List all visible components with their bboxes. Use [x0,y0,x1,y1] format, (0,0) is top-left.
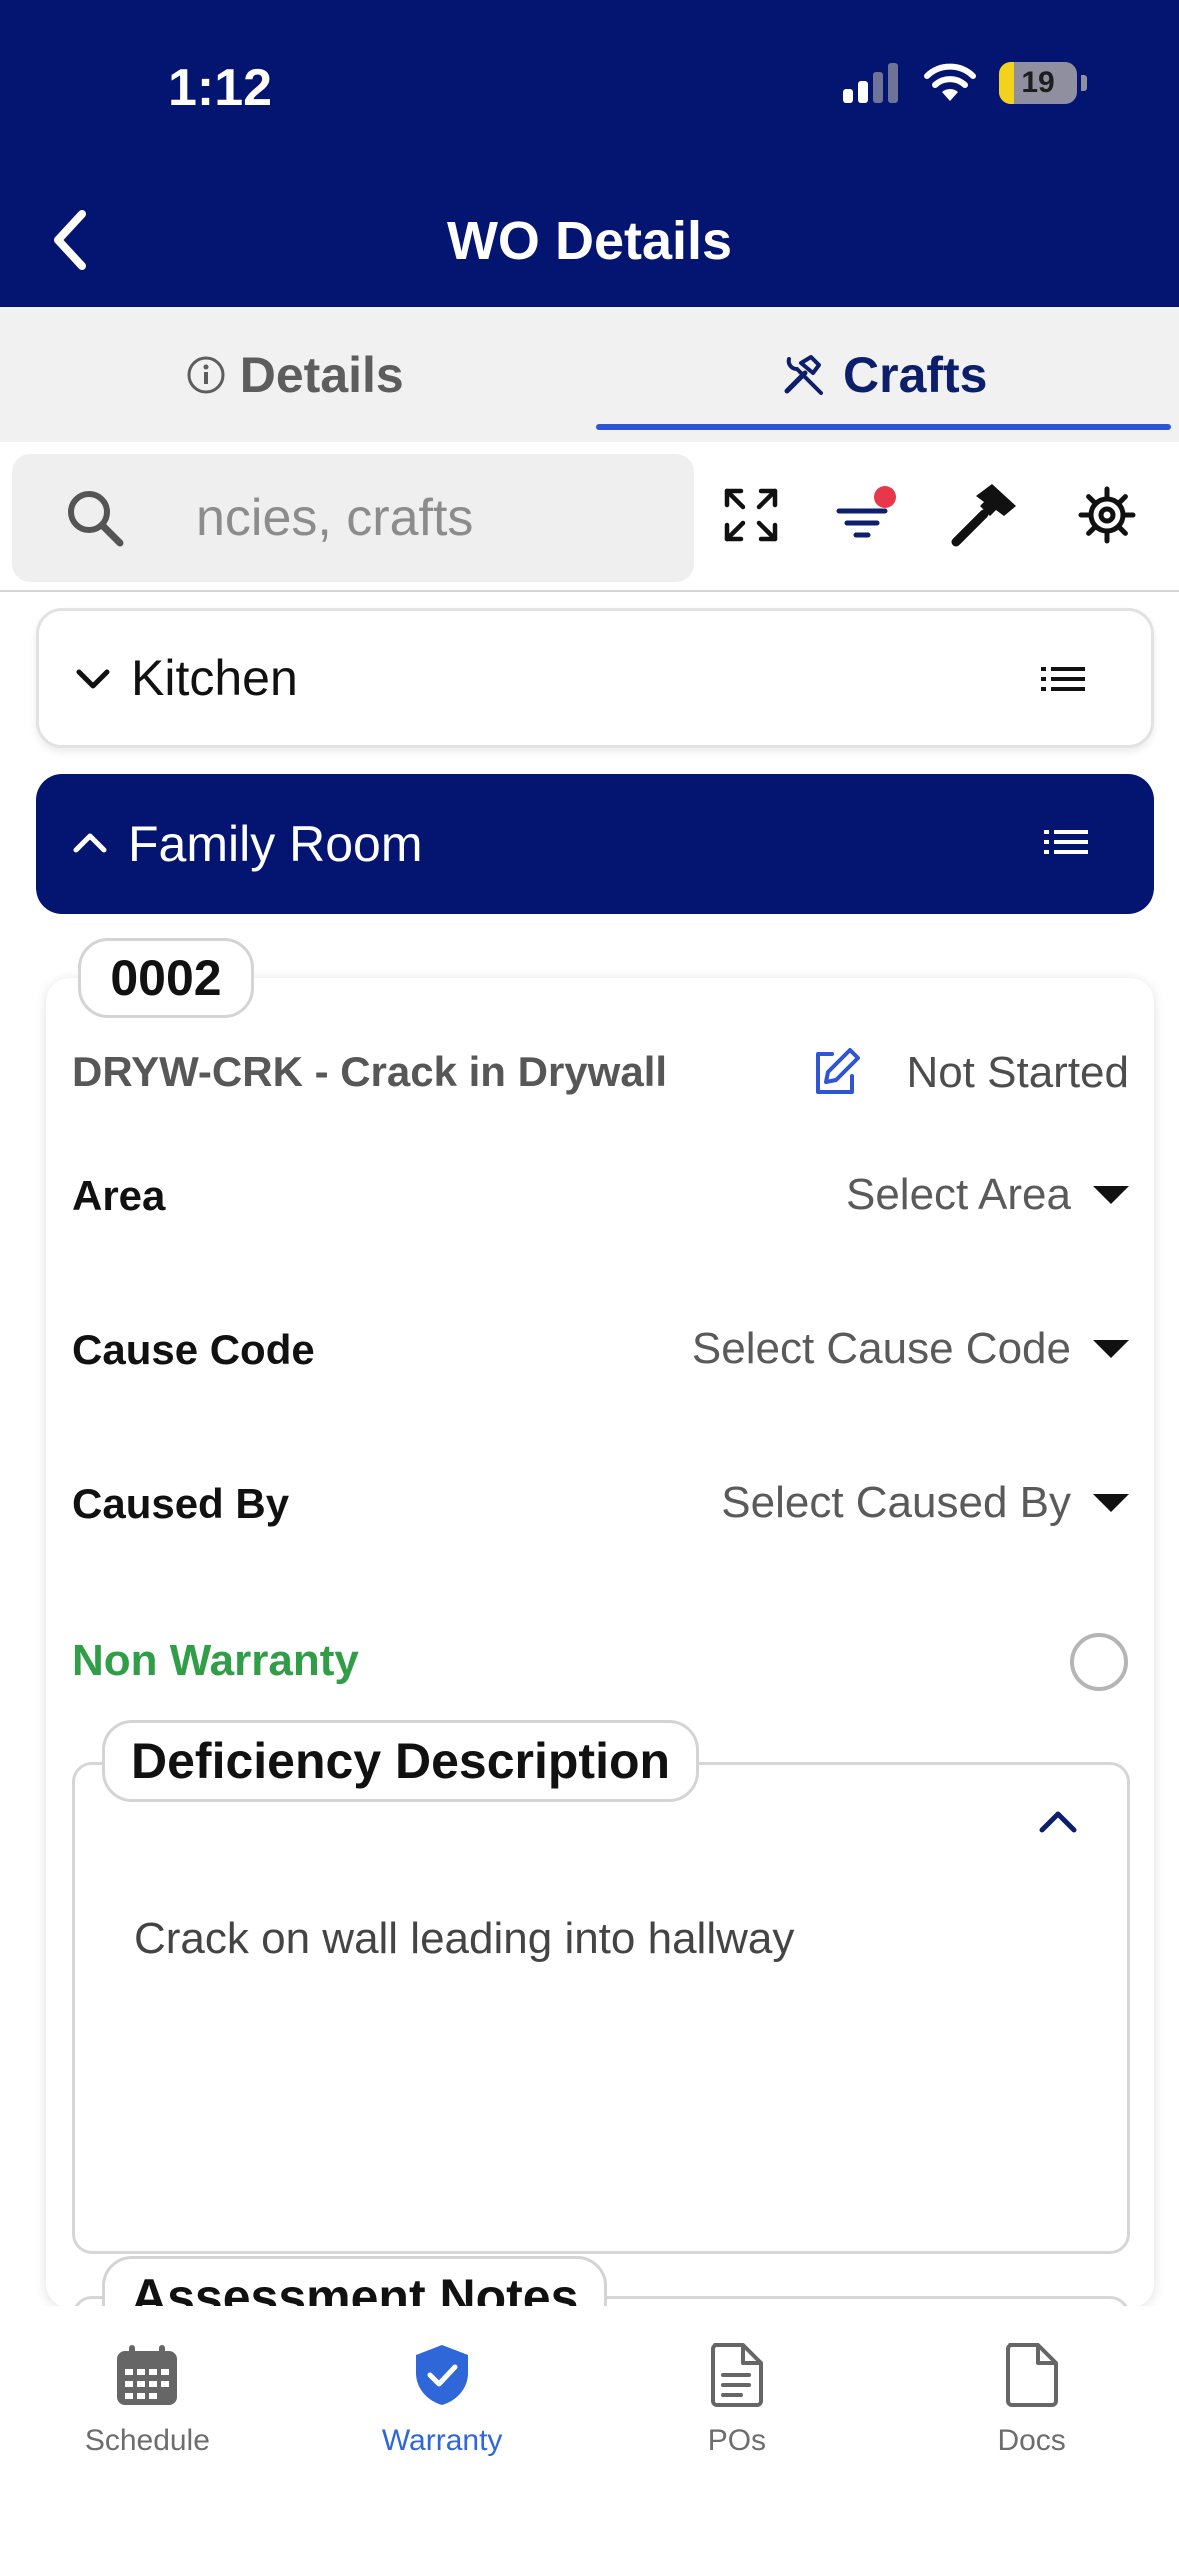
info-icon [187,356,225,393]
search-input[interactable] [196,488,676,548]
tab-details[interactable]: Details [0,307,590,442]
tab-crafts-label: Crafts [843,346,988,403]
status-time: 1:12 [168,59,273,117]
document-icon [999,2342,1065,2408]
cause-code-label: Cause Code [72,1326,315,1373]
search-icon [64,485,130,551]
tools-icon [784,354,823,395]
caret-down-icon [1093,1340,1129,1358]
deficiency-description-text: Crack on wall leading into hallway [134,1914,795,1963]
cause-code-select[interactable]: Select Cause Code [692,1324,1129,1374]
nav-pos[interactable]: POs [590,2306,885,2556]
caused-by-select[interactable]: Select Caused By [721,1478,1129,1528]
nav-docs[interactable]: Docs [884,2306,1179,2556]
nav-warranty-label: Warranty [381,2424,503,2457]
list-icon[interactable] [1041,659,1085,703]
battery-tip [1081,75,1087,91]
item-status: Not Started [906,1048,1129,1097]
chevron-up-icon[interactable] [1036,1806,1080,1836]
filter-button[interactable] [832,480,902,550]
hammer-button[interactable] [950,480,1020,550]
list-icon[interactable] [1044,822,1088,866]
group-kitchen-name: Kitchen [131,650,298,706]
nav-schedule[interactable]: Schedule [0,2306,295,2556]
document-lines-icon [704,2342,770,2408]
group-family-room-name: Family Room [128,816,423,872]
edit-icon[interactable] [810,1046,862,1098]
nav-schedule-label: Schedule [84,2424,210,2457]
hammer-icon [951,484,1016,547]
caused-by-select-value: Select Caused By [721,1478,1071,1527]
item-title: DRYW-CRK - Crack in Drywall [72,1048,668,1095]
shield-check-icon [409,2342,475,2408]
app-header: 1:12 19 WO Details [0,0,1179,307]
cause-code-select-value: Select Cause Code [691,1324,1071,1373]
cellular-signal-icon [843,63,898,103]
chevron-up-icon [70,824,110,864]
nav-pos-label: POs [707,2424,767,2457]
area-select[interactable]: Select Area [846,1170,1129,1220]
status-icons: 19 [843,62,1087,104]
tab-crafts[interactable]: Crafts [590,307,1179,442]
caret-down-icon [1093,1186,1129,1204]
caused-by-label: Caused By [72,1480,290,1527]
group-kitchen[interactable]: Kitchen [36,608,1154,748]
tab-bar: Details Crafts [0,307,1179,442]
filter-icon [836,486,896,538]
deficiency-description-box[interactable] [72,1762,1130,2254]
nav-docs-label: Docs [997,2424,1066,2457]
nav-warranty[interactable]: Warranty [295,2306,590,2556]
non-warranty-radio[interactable] [1070,1633,1128,1691]
search-box[interactable] [12,454,694,582]
area-label: Area [72,1172,166,1219]
item-code-badge: 0002 [78,938,254,1018]
calendar-icon [114,2342,180,2408]
bottom-navigation: Schedule Warranty POs Docs [0,2306,1179,2556]
chevron-down-icon [73,658,113,698]
battery-level: 19 [1021,66,1055,99]
wifi-icon [924,63,976,101]
expand-icon [724,488,778,542]
expand-button[interactable] [716,480,786,550]
caret-down-icon [1093,1494,1129,1512]
tab-details-label: Details [239,346,404,403]
battery-indicator: 19 [999,62,1077,104]
notification-dot [874,486,896,508]
settings-button[interactable] [1072,480,1142,550]
group-family-room[interactable]: Family Room [36,774,1154,914]
non-warranty-label: Non Warranty [72,1636,359,1685]
deficiency-description-label: Deficiency Description [102,1720,700,1802]
page-title: WO Details [446,211,733,271]
gear-icon [1078,486,1136,544]
area-select-value: Select Area [845,1170,1071,1219]
